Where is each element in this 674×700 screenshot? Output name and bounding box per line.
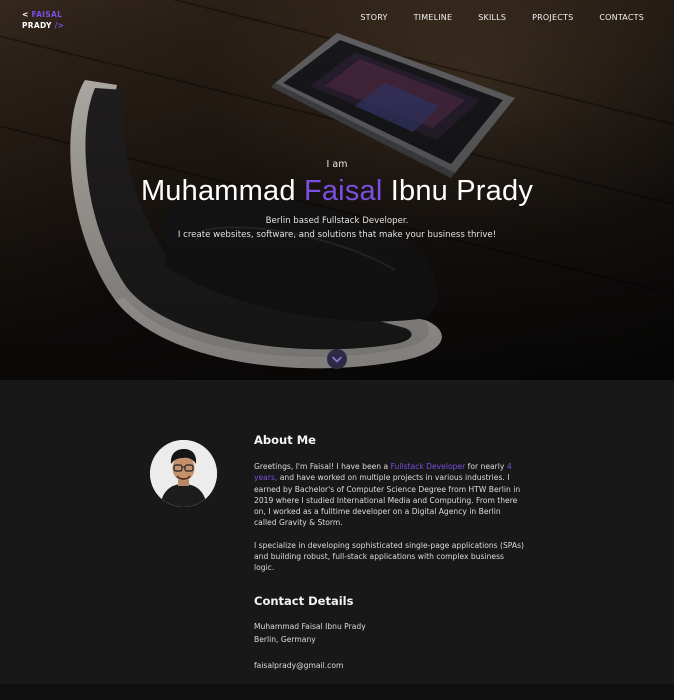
name-highlight: Faisal: [303, 175, 383, 207]
logo-line-1: < FAISAL: [22, 10, 63, 19]
scroll-down-button[interactable]: [327, 349, 347, 369]
avatar: [150, 440, 217, 507]
about-paragraph-1: Greetings, I'm Faisal! I have been a Ful…: [254, 461, 524, 529]
nav-skills[interactable]: SKILLS: [478, 13, 506, 22]
about-text: for nearly: [467, 462, 505, 471]
name-last: Ibnu Prady: [390, 175, 534, 207]
about-section: About Me Greetings, I'm Faisal! I have b…: [0, 380, 674, 684]
about-title: About Me: [254, 433, 316, 447]
nav-story[interactable]: STORY: [360, 13, 387, 22]
site-logo[interactable]: < FAISAL PRADY />: [22, 9, 64, 31]
hero-tagline: Berlin based Fullstack Developer. I crea…: [0, 215, 674, 242]
about-content: About Me Greetings, I'm Faisal! I have b…: [254, 433, 524, 672]
role-highlight: Fullstack Developer: [390, 462, 466, 471]
portrait-image: [150, 440, 217, 507]
about-paragraph-2: I specialize in developing sophisticated…: [254, 540, 525, 573]
contact-location: Berlin, Germany: [254, 634, 316, 644]
about-text: Greetings, I'm Faisal! I have been a: [254, 462, 389, 471]
nav-projects[interactable]: PROJECTS: [532, 13, 573, 22]
tagline-line-2: I create websites, software, and solutio…: [177, 229, 497, 240]
contact-email[interactable]: faisalprady@gmail.com: [254, 660, 524, 671]
hero-headline: Muhammad Faisal Ibnu Prady: [0, 175, 674, 208]
logo-line-2: PRADY />: [22, 21, 65, 30]
nav-contacts[interactable]: CONTACTS: [599, 13, 644, 22]
tagline-line-1: Berlin based Fullstack Developer.: [265, 216, 409, 226]
contact-name: Muhammad Faisal Ibnu Prady: [254, 621, 366, 631]
contact-title: Contact Details: [254, 593, 354, 608]
about-text: and have worked on multiple projects in …: [254, 473, 521, 528]
footer-strip: [0, 684, 674, 700]
name-first: Muhammad: [140, 175, 296, 207]
hero-intro: I am: [326, 159, 348, 170]
nav-timeline[interactable]: TIMELINE: [414, 13, 453, 22]
chevron-down-icon: [332, 356, 342, 362]
main-nav: STORY TIMELINE SKILLS PROJECTS CONTACTS: [360, 13, 644, 22]
